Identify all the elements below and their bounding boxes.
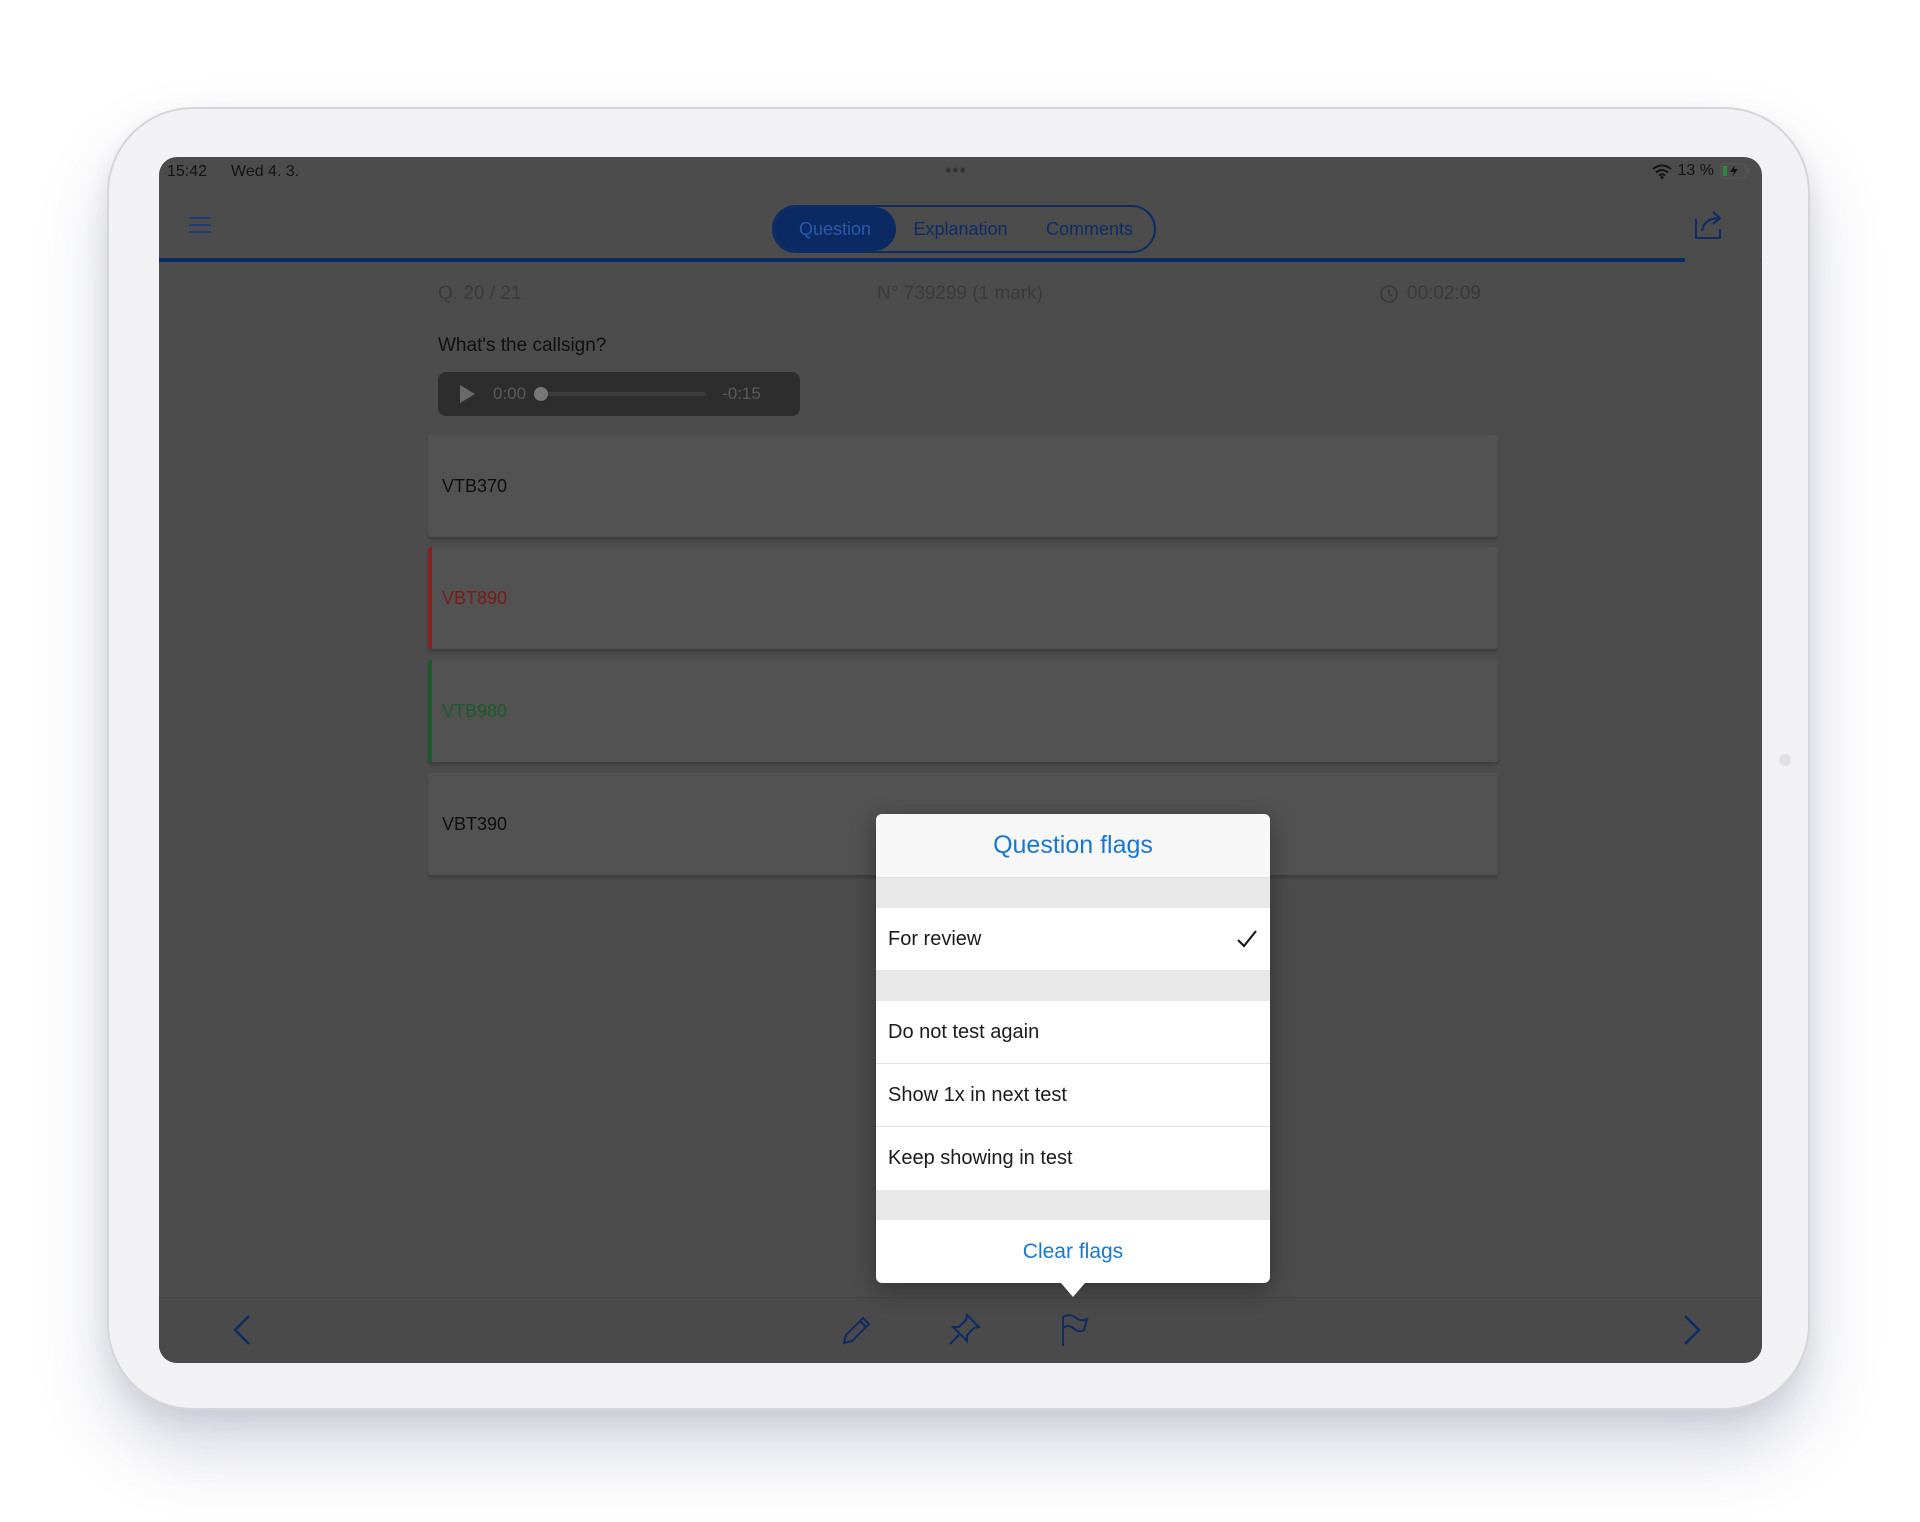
question-counter: Q. 20 / 21 bbox=[438, 283, 522, 304]
flag-option-label: Show 1x in next test bbox=[888, 1083, 1067, 1106]
multitasking-dots-icon[interactable]: ••• bbox=[945, 160, 967, 181]
share-icon[interactable] bbox=[1692, 209, 1726, 241]
status-right: 13 % bbox=[1651, 162, 1750, 180]
question-progress-fill bbox=[159, 258, 1686, 262]
flag-show-once-next-test[interactable]: Show 1x in next test bbox=[876, 1064, 1270, 1127]
popover-arrow bbox=[1061, 1283, 1085, 1297]
tab-question[interactable]: Question bbox=[774, 207, 896, 251]
answer-option-3[interactable]: VTB980 bbox=[428, 660, 1498, 762]
answer-option-2[interactable]: VBT890 bbox=[428, 547, 1498, 649]
tab-switcher: Question Explanation Comments bbox=[772, 205, 1156, 253]
play-icon[interactable] bbox=[460, 385, 475, 403]
status-bar: 15:42 Wed 4. 3. ••• 13 % bbox=[159, 157, 1762, 187]
status-date: Wed 4. 3. bbox=[231, 163, 300, 180]
battery-percent: 13 % bbox=[1677, 162, 1714, 179]
pencil-icon[interactable] bbox=[835, 1310, 875, 1350]
audio-seek-bar[interactable] bbox=[534, 387, 707, 401]
audio-seek-knob[interactable] bbox=[534, 387, 549, 401]
audio-current-time: 0:00 bbox=[493, 384, 527, 403]
audio-player: 0:00 -0:15 bbox=[438, 372, 800, 416]
timer-value: 00:02:09 bbox=[1407, 283, 1481, 304]
audio-remaining-time: -0:15 bbox=[722, 384, 761, 403]
wifi-icon bbox=[1651, 164, 1672, 179]
pushpin-icon[interactable] bbox=[944, 1310, 984, 1350]
status-time: 15:42 bbox=[167, 163, 208, 180]
chevron-left-icon[interactable] bbox=[223, 1310, 263, 1350]
flag-icon[interactable] bbox=[1053, 1310, 1093, 1350]
bottom-toolbar bbox=[159, 1297, 1762, 1363]
question-progress-bar bbox=[159, 258, 1762, 262]
tab-comments[interactable]: Comments bbox=[1025, 207, 1154, 251]
side-button bbox=[1779, 754, 1791, 766]
flag-option-label: Do not test again bbox=[888, 1020, 1040, 1043]
flag-keep-showing[interactable]: Keep showing in test bbox=[876, 1127, 1270, 1190]
flag-option-label: Keep showing in test bbox=[888, 1147, 1073, 1169]
section-separator bbox=[876, 878, 1270, 908]
clock-icon bbox=[1380, 285, 1398, 303]
flag-for-review[interactable]: For review bbox=[876, 908, 1270, 971]
chevron-right-icon[interactable] bbox=[1671, 1310, 1711, 1350]
question-timer: 00:02:09 bbox=[1379, 283, 1481, 305]
question-flags-popover: Question flags For review Do not test ag… bbox=[876, 814, 1270, 1297]
flag-for-review-label: For review bbox=[888, 927, 982, 950]
answer-option-1[interactable]: VTB370 bbox=[428, 435, 1498, 537]
checkmark-icon bbox=[1237, 930, 1257, 948]
popover-title: Question flags bbox=[876, 814, 1270, 878]
question-text: What's the callsign? bbox=[438, 335, 607, 356]
flag-do-not-test-again[interactable]: Do not test again bbox=[876, 1001, 1270, 1064]
section-separator bbox=[876, 971, 1270, 1001]
clear-flags-button[interactable]: Clear flags bbox=[876, 1220, 1270, 1283]
section-separator bbox=[876, 1190, 1270, 1220]
question-number: N° 739299 (1 mark) bbox=[877, 283, 1043, 304]
tab-explanation[interactable]: Explanation bbox=[896, 207, 1025, 251]
hamburger-icon[interactable] bbox=[189, 217, 211, 235]
battery-charging-icon bbox=[1720, 163, 1749, 179]
